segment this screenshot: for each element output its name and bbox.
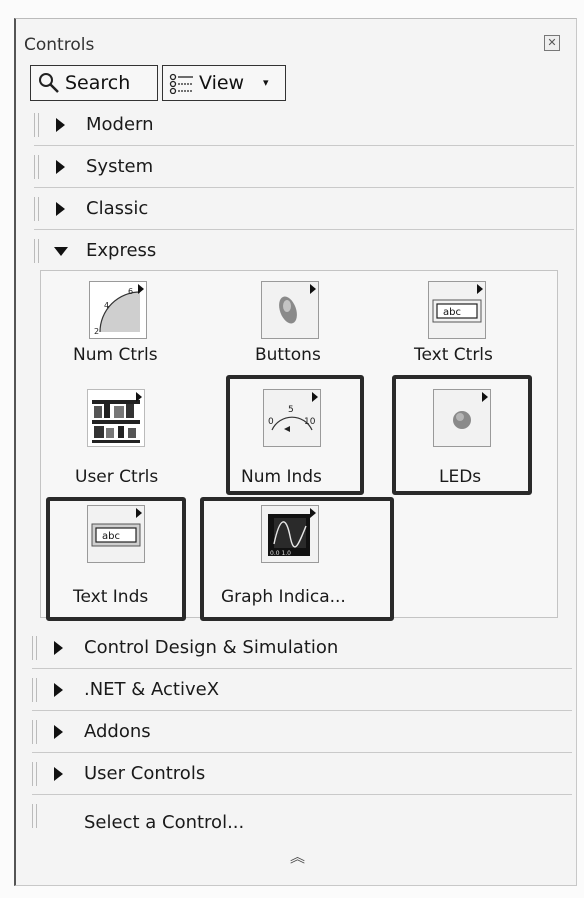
category-label: Addons xyxy=(84,721,151,742)
expand-arrow-icon[interactable] xyxy=(56,202,65,216)
svg-text:6: 6 xyxy=(128,287,133,296)
svg-text:2: 2 xyxy=(94,327,99,336)
text-ctrls-icon: abc xyxy=(428,281,486,339)
buttons-icon xyxy=(261,281,319,339)
search-label: Search xyxy=(65,72,131,94)
category-label: User Controls xyxy=(84,763,206,784)
palette-item-text-ctrls[interactable]: abc Text Ctrls xyxy=(396,271,556,371)
row-grip xyxy=(32,636,37,660)
item-label: Buttons xyxy=(255,345,321,365)
row-grip xyxy=(32,804,37,828)
abc-text: abc xyxy=(443,307,461,318)
svg-text:4: 4 xyxy=(104,301,109,310)
category-label: Modern xyxy=(86,114,154,135)
category-label: Control Design & Simulation xyxy=(84,637,339,658)
collapse-arrow-icon[interactable] xyxy=(54,247,68,256)
category-net-activex[interactable]: .NET & ActiveX xyxy=(32,670,572,711)
expand-arrow-icon[interactable] xyxy=(54,683,63,697)
highlight-text-inds xyxy=(46,497,186,621)
view-label: View xyxy=(199,72,245,94)
category-label: .NET & ActiveX xyxy=(84,679,220,700)
expand-arrow-icon[interactable] xyxy=(54,641,63,655)
row-grip xyxy=(32,678,37,702)
expand-arrow-icon[interactable] xyxy=(56,160,65,174)
expand-arrow-icon[interactable] xyxy=(54,767,63,781)
palette-item-num-ctrls[interactable]: 2 4 6 Num Ctrls xyxy=(41,271,191,371)
search-icon xyxy=(39,73,59,93)
highlight-num-inds xyxy=(226,375,364,495)
palette-item-user-ctrls[interactable]: User Ctrls xyxy=(41,383,191,493)
category-label: Express xyxy=(86,240,157,261)
highlight-graph-indicators xyxy=(200,497,394,621)
row-grip xyxy=(32,762,37,786)
category-system[interactable]: System xyxy=(34,147,574,188)
item-label: Text Ctrls xyxy=(414,345,493,365)
category-addons[interactable]: Addons xyxy=(32,712,572,753)
expand-arrow-icon[interactable] xyxy=(56,118,65,132)
user-ctrls-icon xyxy=(87,389,145,447)
palette-title: Controls xyxy=(24,35,95,55)
search-button[interactable]: Search xyxy=(30,65,158,101)
expand-arrow-icon[interactable] xyxy=(54,725,63,739)
select-a-control-link[interactable]: Select a Control... xyxy=(84,812,244,833)
item-label: Num Ctrls xyxy=(73,345,158,365)
row-grip xyxy=(34,113,39,137)
row-grip xyxy=(34,239,39,263)
category-classic[interactable]: Classic xyxy=(34,189,574,230)
category-user-controls[interactable]: User Controls xyxy=(32,754,572,795)
view-dropdown-icon: ▾ xyxy=(263,76,269,89)
category-modern[interactable]: Modern xyxy=(34,105,574,146)
view-list-icon xyxy=(169,73,193,94)
item-label: User Ctrls xyxy=(75,467,159,487)
double-chevron-up-icon[interactable]: ︽ xyxy=(290,846,305,867)
view-button[interactable]: View ▾ xyxy=(162,65,286,101)
category-label: System xyxy=(86,156,154,177)
num-ctrls-icon: 2 4 6 xyxy=(89,281,147,339)
category-control-design-simulation[interactable]: Control Design & Simulation xyxy=(32,628,572,669)
palette-item-buttons[interactable]: Buttons xyxy=(221,271,371,371)
row-grip xyxy=(34,155,39,179)
category-express[interactable]: Express xyxy=(34,231,574,271)
row-grip xyxy=(34,197,39,221)
highlight-leds xyxy=(392,375,532,495)
close-icon[interactable]: ✕ xyxy=(544,35,560,51)
row-grip xyxy=(32,720,37,744)
category-label: Classic xyxy=(86,198,149,219)
